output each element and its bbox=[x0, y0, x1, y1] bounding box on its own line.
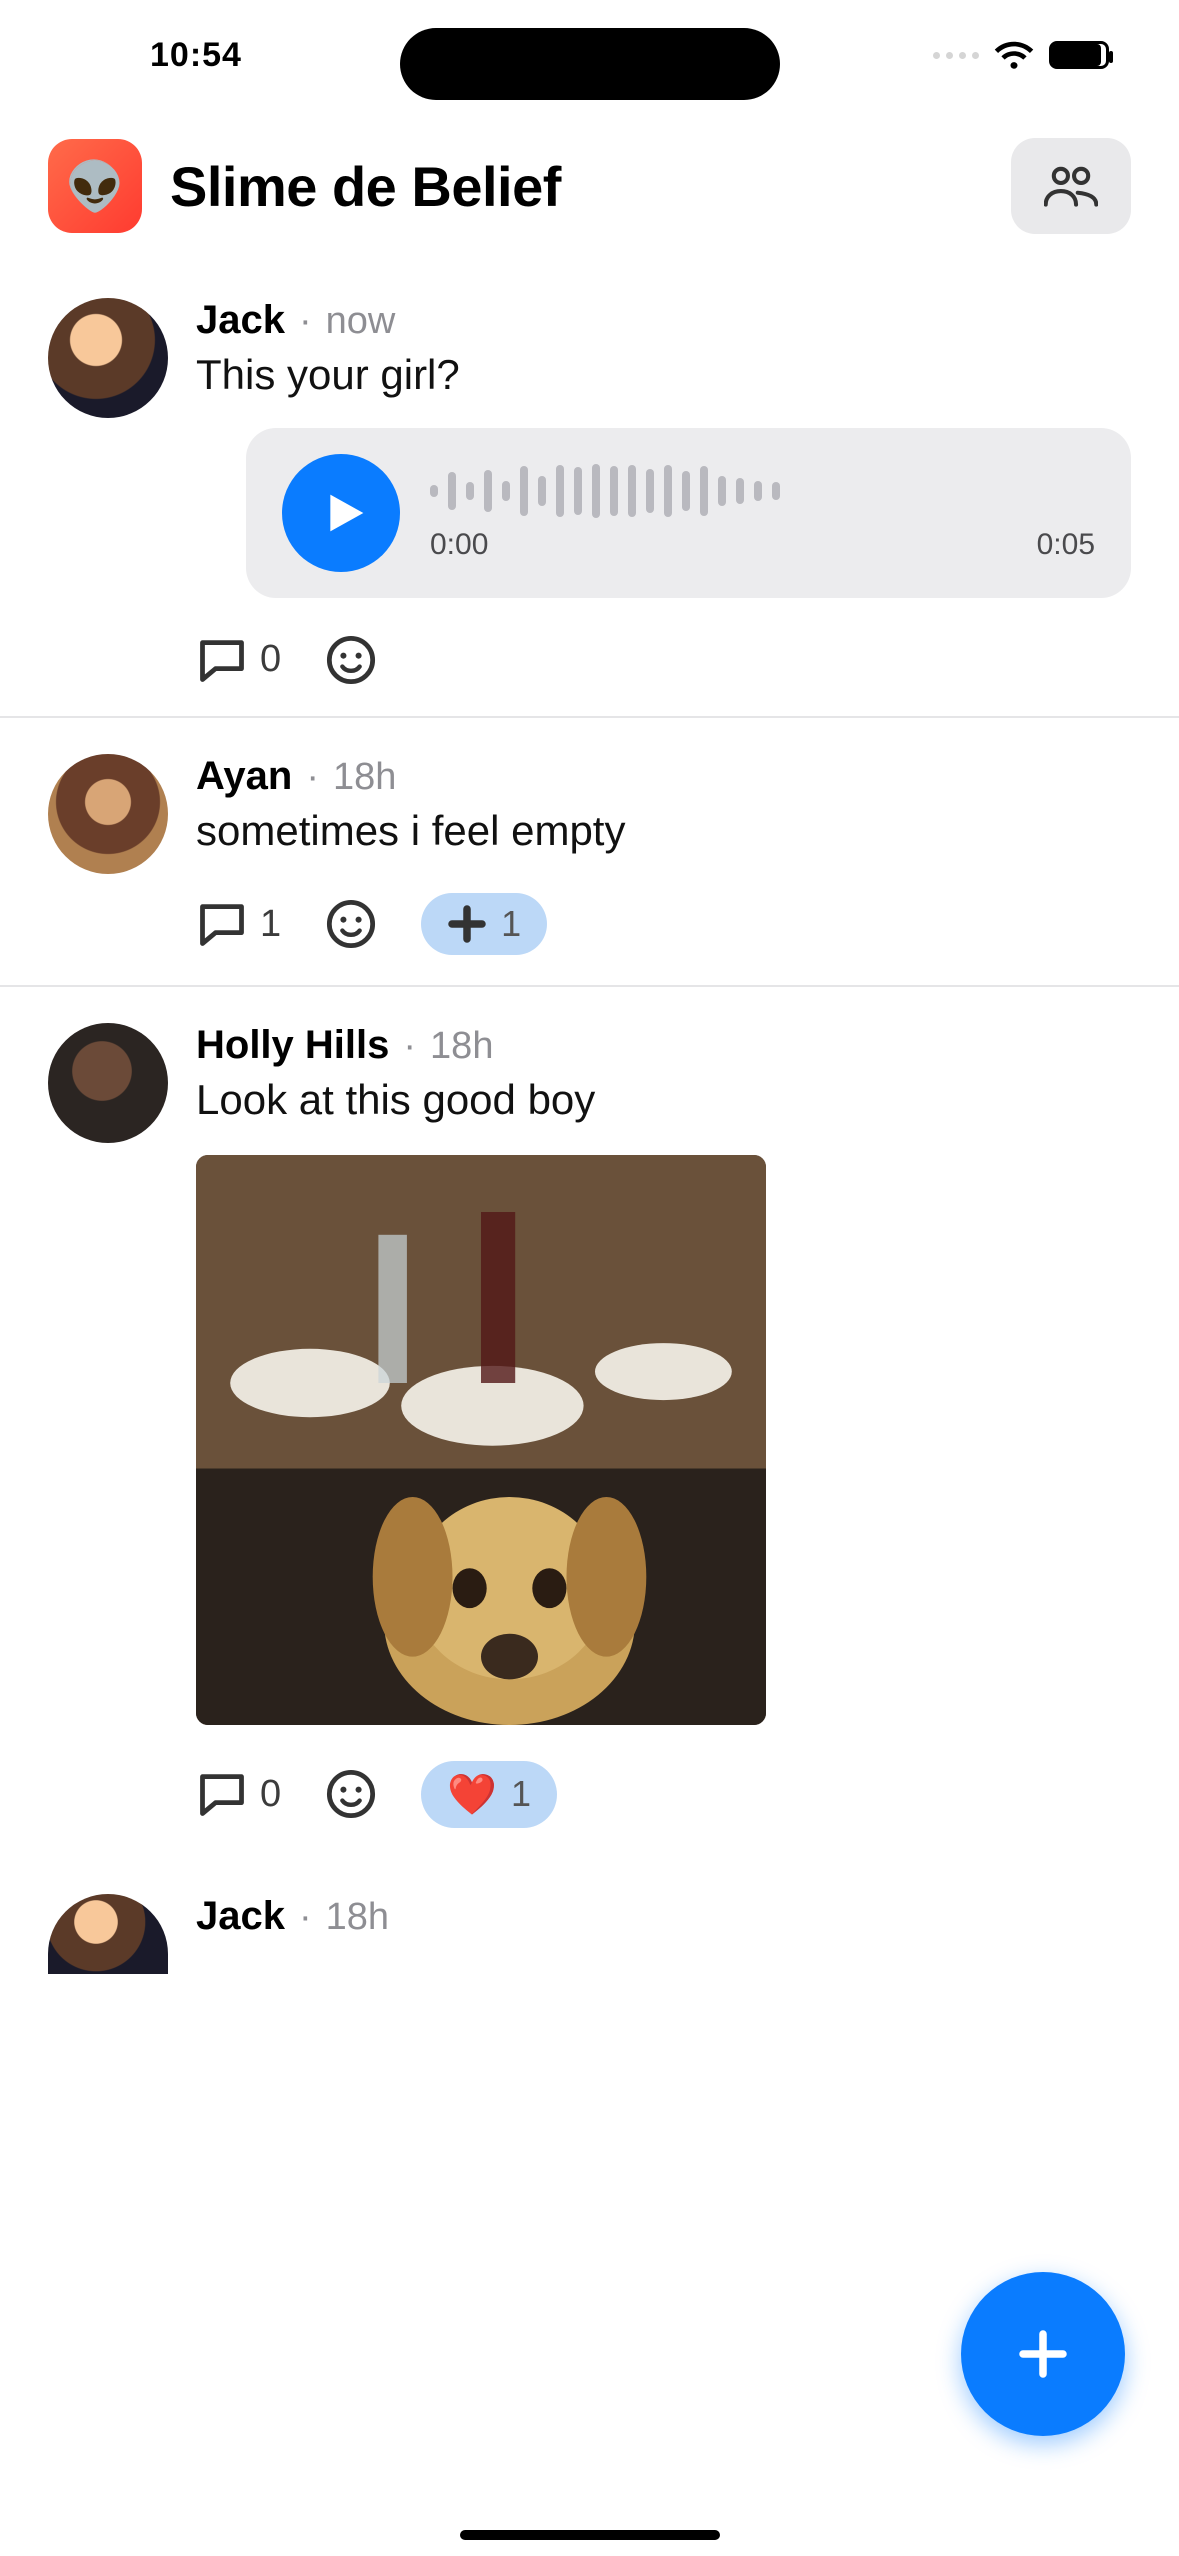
home-indicator[interactable] bbox=[460, 2530, 720, 2540]
react-button[interactable] bbox=[325, 898, 377, 950]
plus-icon bbox=[447, 904, 487, 944]
comment-icon bbox=[196, 634, 248, 686]
smile-icon bbox=[325, 1768, 377, 1820]
wifi-icon bbox=[993, 37, 1035, 74]
comment-button[interactable]: 1 bbox=[196, 898, 281, 950]
avatar[interactable] bbox=[48, 1023, 168, 1143]
meta-separator: · bbox=[403, 1025, 416, 1068]
battery-icon bbox=[1049, 41, 1109, 69]
post-time: 18h bbox=[430, 1025, 493, 1068]
reaction-count: 1 bbox=[501, 903, 521, 945]
post-author[interactable]: Jack bbox=[196, 1894, 285, 1939]
comment-icon bbox=[196, 898, 248, 950]
post[interactable]: Ayan · 18h sometimes i feel empty 1 1 bbox=[0, 718, 1179, 988]
group-title: Slime de Belief bbox=[170, 154, 983, 219]
members-button[interactable] bbox=[1011, 138, 1131, 234]
voice-duration: 0:05 bbox=[1037, 528, 1095, 562]
avatar[interactable] bbox=[48, 754, 168, 874]
reaction-pill-heart[interactable]: ❤️ 1 bbox=[421, 1761, 557, 1828]
waveform[interactable] bbox=[430, 464, 1095, 518]
people-icon bbox=[1044, 165, 1098, 207]
post-actions: 0 ❤️ 1 bbox=[196, 1761, 1131, 1828]
post-time: now bbox=[326, 300, 396, 343]
post[interactable]: Holly Hills · 18h Look at this good boy bbox=[0, 987, 1179, 1858]
react-button[interactable] bbox=[325, 1768, 377, 1820]
post-meta: Jack · now bbox=[196, 298, 1131, 343]
smile-icon bbox=[325, 634, 377, 686]
group-header: 👽 Slime de Belief bbox=[0, 110, 1179, 262]
compose-fab[interactable] bbox=[961, 2272, 1125, 2436]
dynamic-island bbox=[400, 28, 780, 100]
post-author[interactable]: Holly Hills bbox=[196, 1023, 389, 1068]
react-button[interactable] bbox=[325, 634, 377, 686]
post-text: sometimes i feel empty bbox=[196, 805, 1131, 858]
reaction-pill-plus[interactable]: 1 bbox=[421, 893, 547, 955]
comment-count: 1 bbox=[260, 903, 281, 946]
comment-icon bbox=[196, 1768, 248, 1820]
post-time: 18h bbox=[333, 756, 396, 799]
feed[interactable]: Jack · now This your girl? 0:00 0:05 bbox=[0, 262, 1179, 1974]
post-author[interactable]: Jack bbox=[196, 298, 285, 343]
heart-icon: ❤️ bbox=[447, 1771, 497, 1818]
status-right bbox=[933, 37, 1109, 74]
smile-icon bbox=[325, 898, 377, 950]
post-author[interactable]: Ayan bbox=[196, 754, 292, 799]
voice-current-time: 0:00 bbox=[430, 528, 488, 562]
comment-button[interactable]: 0 bbox=[196, 634, 281, 686]
comment-button[interactable]: 0 bbox=[196, 1768, 281, 1820]
status-bar: 10:54 bbox=[0, 0, 1179, 110]
group-avatar-emoji: 👽 bbox=[65, 158, 125, 215]
post-meta: Ayan · 18h bbox=[196, 754, 1131, 799]
post-meta: Holly Hills · 18h bbox=[196, 1023, 1131, 1068]
avatar[interactable] bbox=[48, 298, 168, 418]
post-image[interactable] bbox=[196, 1155, 766, 1725]
meta-separator: · bbox=[306, 756, 319, 799]
voice-note[interactable]: 0:00 0:05 bbox=[246, 428, 1131, 598]
meta-separator: · bbox=[299, 300, 312, 343]
play-icon bbox=[323, 491, 367, 535]
post[interactable]: Jack · now This your girl? 0:00 0:05 bbox=[0, 262, 1179, 718]
comment-count: 0 bbox=[260, 638, 281, 681]
avatar[interactable] bbox=[48, 1894, 168, 1974]
post-meta: Jack · 18h bbox=[196, 1894, 1131, 1939]
post-text: This your girl? bbox=[196, 349, 1131, 402]
play-button[interactable] bbox=[282, 454, 400, 572]
post[interactable]: Jack · 18h bbox=[0, 1858, 1179, 1974]
post-actions: 1 1 bbox=[196, 893, 1131, 955]
plus-icon bbox=[1013, 2324, 1073, 2384]
cell-signal-dots bbox=[933, 52, 979, 59]
post-text: Look at this good boy bbox=[196, 1074, 1131, 1127]
dog-photo-placeholder bbox=[196, 1155, 766, 1725]
group-avatar[interactable]: 👽 bbox=[48, 139, 142, 233]
comment-count: 0 bbox=[260, 1773, 281, 1816]
post-time: 18h bbox=[326, 1896, 389, 1939]
status-time: 10:54 bbox=[150, 36, 242, 75]
post-actions: 0 bbox=[196, 634, 1131, 686]
meta-separator: · bbox=[299, 1896, 312, 1939]
reaction-count: 1 bbox=[511, 1773, 531, 1815]
